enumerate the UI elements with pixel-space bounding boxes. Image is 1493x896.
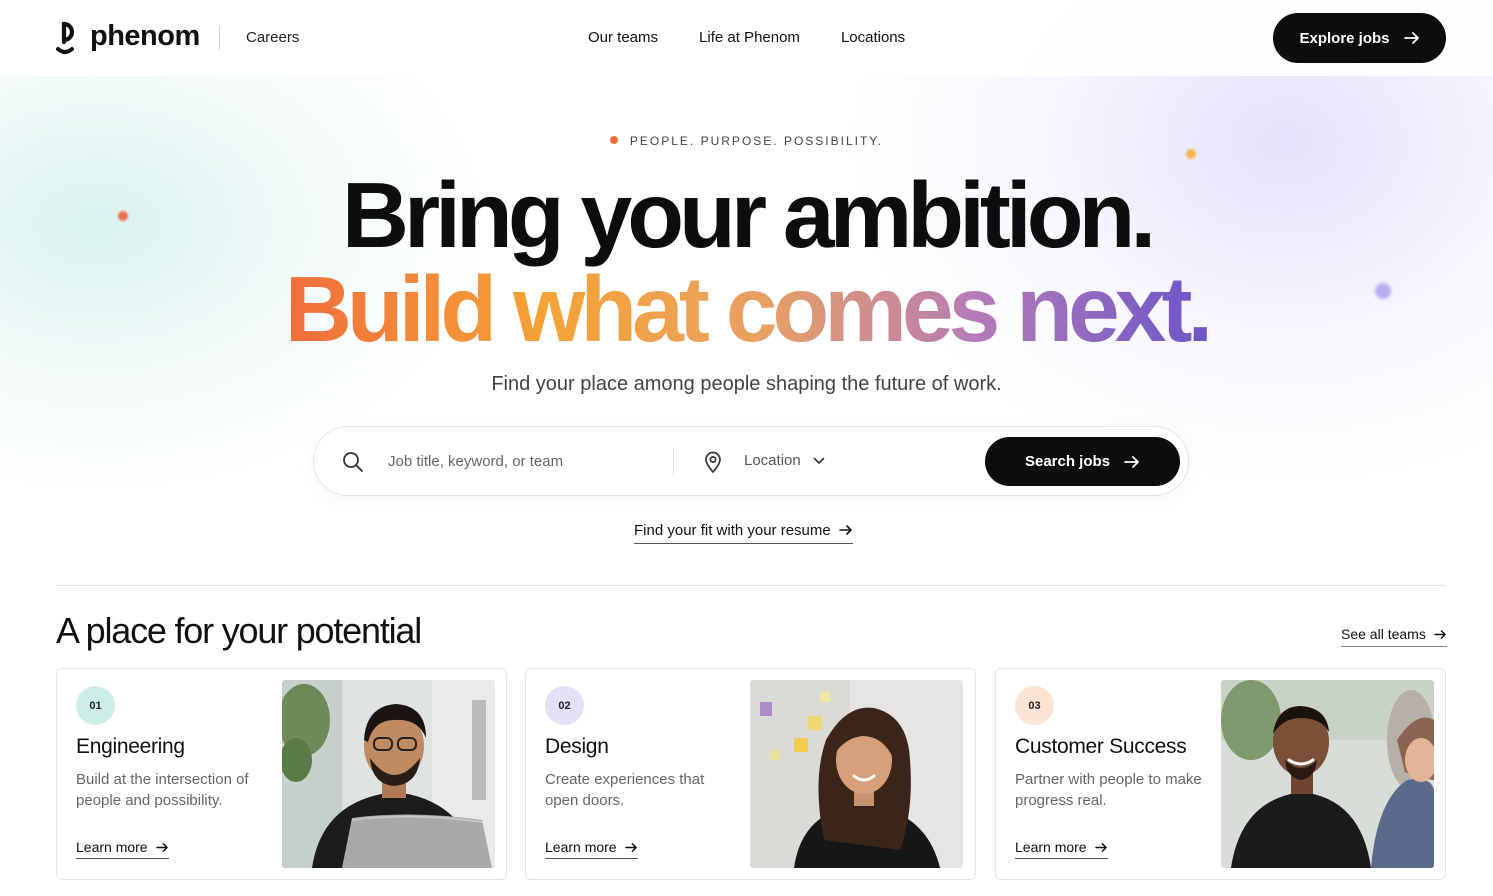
learn-more-label: Learn more	[545, 839, 617, 855]
careers-page: phenom Careers Our teams Life at Phenom …	[0, 0, 1493, 896]
card-description: Build at the intersection of people and …	[76, 771, 249, 809]
nav-locations[interactable]: Locations	[841, 29, 905, 46]
hero-headline-line2: Build what comes next.	[0, 262, 1493, 356]
learn-more-link[interactable]: Learn more	[545, 839, 638, 859]
teams-section-title: A place for your potential	[56, 610, 422, 651]
keyword-search-input[interactable]	[388, 445, 658, 477]
decorative-dot-yellow	[1186, 149, 1196, 159]
card-description: Create experiences that open doors.	[545, 771, 705, 809]
arrow-right-icon	[1094, 842, 1107, 852]
learn-more-label: Learn more	[76, 839, 148, 855]
arrow-right-icon	[1434, 629, 1446, 639]
arrow-right-icon	[838, 525, 852, 535]
site-header: phenom Careers Our teams Life at Phenom …	[0, 0, 1493, 76]
team-card-engineering[interactable]: 01 Engineering Build at the intersection…	[56, 668, 507, 880]
team-card-design[interactable]: 02 Design Create experiences that open d…	[525, 668, 976, 880]
card-number-badge: 01	[76, 686, 115, 725]
header-divider	[219, 26, 220, 50]
search-jobs-label: Search jobs	[1024, 453, 1111, 470]
arrow-right-icon	[1124, 455, 1139, 468]
search-icon	[343, 452, 363, 472]
resume-link-label: Find your fit with your resume	[634, 521, 831, 539]
nav-life-at-phenom[interactable]: Life at Phenom	[699, 29, 800, 46]
location-dropdown[interactable]: Location	[744, 452, 825, 469]
arrow-right-icon	[1403, 32, 1419, 44]
arrow-right-icon	[624, 842, 637, 852]
hero-subhead: Find your place among people shaping the…	[491, 373, 1002, 395]
phenom-logo[interactable]: phenom	[56, 18, 200, 56]
eyebrow-dot	[609, 136, 618, 144]
location-pin-icon	[705, 451, 721, 473]
search-jobs-button[interactable]: Search jobs	[985, 437, 1180, 486]
learn-more-link[interactable]: Learn more	[1015, 839, 1108, 859]
arrow-right-icon	[155, 842, 168, 852]
engineer-photo	[282, 680, 495, 868]
main-nav: Our teams Life at Phenom Locations	[588, 29, 905, 46]
search-divider	[673, 449, 674, 475]
hero-eyebrow: PEOPLE. PURPOSE. POSSIBILITY.	[0, 134, 1493, 148]
section-divider	[56, 585, 1446, 586]
chevron-down-icon	[813, 457, 825, 464]
job-search-bar: Location Search jobs	[313, 426, 1189, 496]
explore-jobs-label: Explore jobs	[1299, 29, 1390, 47]
customer-success-photo	[1221, 680, 1434, 868]
hero-headline-line1: Bring your ambition.	[341, 163, 1156, 267]
see-all-teams-label: See all teams	[1341, 626, 1426, 642]
phenom-logo-icon	[56, 21, 75, 54]
see-all-teams-link[interactable]: See all teams	[1341, 626, 1447, 647]
designer-photo	[750, 680, 963, 868]
nav-our-teams[interactable]: Our teams	[588, 29, 658, 46]
hero-headline-gradient-text: Build what comes next.	[284, 257, 1214, 361]
explore-jobs-button[interactable]: Explore jobs	[1273, 13, 1446, 63]
card-number-badge: 02	[545, 686, 584, 725]
card-title: Design	[545, 735, 609, 758]
team-card-customer-success[interactable]: 03 Customer Success Partner with people …	[995, 668, 1446, 880]
card-title: Engineering	[76, 735, 185, 758]
resume-match-link[interactable]: Find your fit with your resume	[634, 520, 853, 544]
learn-more-label: Learn more	[1015, 839, 1087, 855]
careers-label[interactable]: Careers	[246, 29, 299, 46]
card-description: Partner with people to make progress rea…	[1015, 771, 1202, 809]
eyebrow-text: PEOPLE. PURPOSE. POSSIBILITY.	[629, 134, 884, 148]
learn-more-link[interactable]: Learn more	[76, 839, 169, 859]
card-number-badge: 03	[1015, 686, 1054, 725]
card-title: Customer Success	[1015, 735, 1187, 758]
location-dropdown-label: Location	[744, 452, 801, 469]
logo-wordmark: phenom	[90, 19, 200, 52]
